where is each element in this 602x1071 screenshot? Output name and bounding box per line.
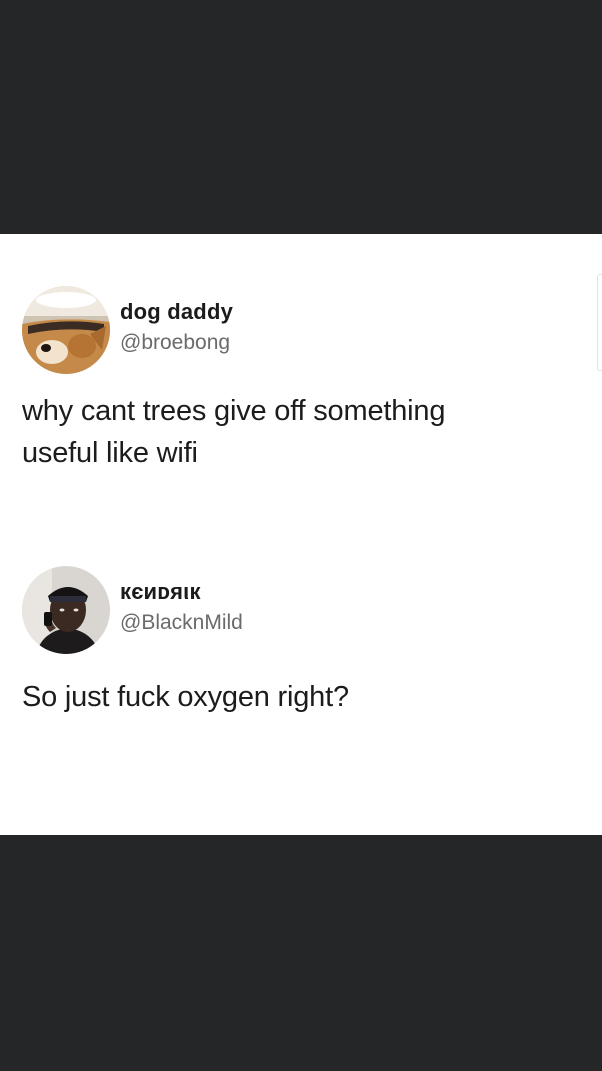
edge-scroll-indicator — [597, 274, 602, 371]
display-name[interactable]: dog daddy — [120, 298, 233, 326]
tweet-text-line: So just fuck oxygen right? — [22, 681, 349, 713]
tweet-body: So just fuck oxygen right? — [22, 676, 582, 718]
tweet-text-line: why cant trees give off something — [22, 395, 446, 427]
dog-avatar-icon[interactable] — [22, 286, 110, 374]
tweet-body: why cant trees give off something useful… — [22, 390, 582, 474]
tweet-screenshot-card: dog daddy @broebong why cant trees give … — [0, 234, 602, 835]
person-avatar-icon[interactable] — [22, 566, 110, 654]
display-name[interactable]: кєиᴅяιк — [120, 578, 243, 606]
tweet-header: кєиᴅяιк @BlacknMild — [22, 566, 582, 654]
tweet-text-line: useful like wifi — [22, 437, 198, 469]
tweet-original: dog daddy @broebong why cant trees give … — [22, 286, 582, 474]
tweet-reply: кєиᴅяιк @BlacknMild So just fuck oxygen … — [22, 566, 582, 718]
bottom-dark-band — [0, 835, 602, 1071]
user-handle[interactable]: @BlacknMild — [120, 609, 243, 637]
user-handle[interactable]: @broebong — [120, 329, 233, 357]
tweet-header: dog daddy @broebong — [22, 286, 582, 374]
top-dark-band — [0, 0, 602, 234]
